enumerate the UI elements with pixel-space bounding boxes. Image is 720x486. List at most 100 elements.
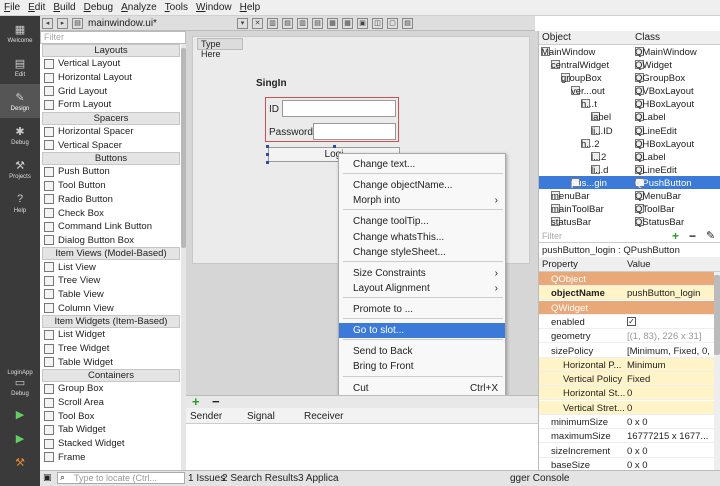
property-value[interactable]: 0 — [627, 388, 713, 399]
property-row[interactable]: maximumSize 16777215 x 1677... — [539, 429, 715, 444]
widgetbox-filter[interactable]: Filter — [40, 31, 186, 44]
widget-category[interactable]: Layouts — [42, 44, 180, 57]
property-row[interactable]: Horizontal P... Minimum — [539, 357, 715, 372]
mode-edit[interactable]: ▤ Edit — [0, 50, 40, 84]
id-line-edit[interactable] — [282, 100, 396, 117]
inspector-row[interactable]: li...d QLineEdit — [539, 163, 720, 176]
property-value[interactable]: Fixed — [627, 374, 713, 385]
inspector-row[interactable]: li...ID QLineEdit — [539, 124, 720, 137]
widget-item[interactable]: Check Box — [40, 206, 185, 220]
inspector-row[interactable]: groupBox QGroupBox — [539, 71, 720, 84]
password-label[interactable]: Password — [269, 127, 313, 138]
header-object[interactable]: Object — [542, 32, 571, 43]
sidebar-toggle-icon[interactable]: ▣ — [43, 472, 52, 483]
widget-category[interactable]: Item Widgets (Item-Based) — [42, 315, 180, 328]
header-receiver[interactable]: Receiver — [304, 411, 343, 422]
property-row[interactable]: Horizontal St... 0 — [539, 386, 715, 401]
mode-welcome[interactable]: ▦ Welcome — [0, 16, 40, 50]
widget-item[interactable]: Horizontal Layout — [40, 71, 185, 85]
adjust-size-icon[interactable]: ◫ — [372, 17, 383, 29]
run-button[interactable]: ▶ — [0, 403, 40, 427]
widget-item[interactable]: Scroll Area — [40, 396, 185, 410]
debugger-console-button[interactable]: gger Console — [510, 473, 569, 484]
context-menu-item[interactable]: Promote to ... — [339, 302, 505, 317]
selection-handle[interactable] — [266, 153, 269, 156]
build-button[interactable]: ⚒ — [0, 451, 40, 475]
dropdown-icon[interactable]: ▾ — [237, 17, 248, 29]
context-menu-item[interactable]: Change objectName... — [339, 178, 505, 193]
property-row[interactable]: sizeIncrement 0 x 0 — [539, 444, 715, 458]
configure-icon[interactable]: ✎ — [706, 229, 715, 242]
widget-item[interactable]: Tree Widget — [40, 342, 185, 356]
inspector-row[interactable]: menuBar QMenuBar — [539, 189, 720, 202]
inspector-row[interactable]: statusBar QStatusBar — [539, 215, 720, 228]
widget-item[interactable]: Push Button — [40, 165, 185, 179]
kit-selector[interactable]: LoginApp ▭ Debug — [0, 363, 40, 403]
widget-item[interactable]: Tree View — [40, 274, 185, 288]
property-value[interactable]: 16777215 x 1677... — [627, 431, 713, 442]
inspector-row[interactable]: ver...out QVBoxLayout — [539, 84, 720, 97]
layout-split-v-icon[interactable]: ▤ — [312, 17, 323, 29]
widget-item[interactable]: List View — [40, 260, 185, 274]
widget-category[interactable]: Buttons — [42, 152, 180, 166]
menu-help[interactable]: Help — [236, 2, 265, 13]
header-property[interactable]: Property — [542, 259, 578, 270]
widget-item[interactable]: Tool Button — [40, 179, 185, 193]
context-menu-item[interactable]: Bring to Front — [339, 359, 505, 374]
search-results-button[interactable]: 2 Search Results — [222, 473, 298, 484]
context-menu-item[interactable]: Change text... — [339, 157, 505, 172]
close-icon[interactable]: ✕ — [252, 17, 263, 29]
context-menu-item[interactable]: Change toolTip... — [339, 214, 505, 229]
issues-pane-button[interactable]: 1 Issues — [188, 473, 225, 484]
context-menu-item[interactable]: Size Constraints › — [339, 266, 505, 281]
inspector-row[interactable]: MainWindow QMainWindow — [539, 45, 720, 58]
inspector-row[interactable]: mainToolBar QToolBar — [539, 202, 720, 215]
back-icon[interactable]: ◂ — [42, 17, 53, 29]
property-row[interactable]: minimumSize 0 x 0 — [539, 415, 715, 429]
property-value[interactable]: [Minimum, Fixed, 0, — [627, 346, 713, 357]
remove-property-icon[interactable]: − — [689, 229, 696, 243]
inspector-row[interactable]: centralWidget QWidget — [539, 58, 720, 71]
selection-handle[interactable] — [266, 161, 269, 164]
break-layout-icon[interactable]: ▣ — [357, 17, 368, 29]
selection-handle[interactable] — [266, 145, 269, 148]
widget-category[interactable]: Spacers — [42, 111, 180, 125]
widget-item[interactable]: Grid Layout — [40, 84, 185, 98]
property-value[interactable]: 0 x 0 — [627, 417, 713, 428]
menu-window[interactable]: Window — [192, 2, 236, 13]
inspector-row[interactable]: label QLabel — [539, 110, 720, 123]
property-value[interactable]: 0 — [627, 403, 713, 414]
id-label[interactable]: ID — [269, 104, 279, 115]
widget-item[interactable]: List Widget — [40, 328, 185, 342]
context-menu-item[interactable]: Change styleSheet... — [339, 245, 505, 260]
header-class[interactable]: Class — [635, 32, 660, 43]
property-row[interactable]: sizePolicy [Minimum, Fixed, 0, — [539, 344, 715, 358]
property-row[interactable]: geometry [(1, 83), 226 x 31] — [539, 329, 715, 344]
inspector-row[interactable]: h...t QHBoxLayout — [539, 97, 720, 110]
context-menu-item[interactable]: Send to Back — [339, 344, 505, 359]
header-value[interactable]: Value — [627, 259, 651, 270]
property-row[interactable]: enabled ✓ — [539, 315, 715, 329]
groupbox-title[interactable]: SingIn — [256, 78, 287, 89]
add-icon[interactable]: + — [192, 394, 200, 409]
widget-item[interactable]: Vertical Spacer — [40, 138, 185, 152]
context-menu-item[interactable]: Change whatsThis... — [339, 230, 505, 245]
mode-projects[interactable]: ⚒ Projects — [0, 152, 40, 186]
forward-icon[interactable]: ▸ — [57, 17, 68, 29]
layout-v-icon[interactable]: ▤ — [282, 17, 293, 29]
menu-tools[interactable]: Tools — [161, 2, 192, 13]
layout-h-icon[interactable]: ▥ — [267, 17, 278, 29]
widget-item[interactable]: Radio Button — [40, 193, 185, 207]
locator-input[interactable]: Type to locate (Ctrl... — [57, 472, 185, 484]
inspector-row[interactable]: h...2 QHBoxLayout — [539, 137, 720, 150]
property-row[interactable]: Vertical Policy Fixed — [539, 372, 715, 387]
widget-item[interactable]: Horizontal Spacer — [40, 125, 185, 139]
preview-icon[interactable]: ▢ — [387, 17, 398, 29]
inspector-row[interactable]: l...2 QLabel — [539, 150, 720, 163]
header-signal[interactable]: Signal — [247, 411, 275, 422]
add-property-icon[interactable]: + — [672, 229, 679, 243]
widget-item[interactable]: Command Link Button — [40, 220, 185, 234]
remove-icon[interactable]: − — [212, 394, 220, 409]
widget-item[interactable]: Tool Box — [40, 409, 185, 423]
menu-file[interactable]: File — [0, 2, 24, 13]
